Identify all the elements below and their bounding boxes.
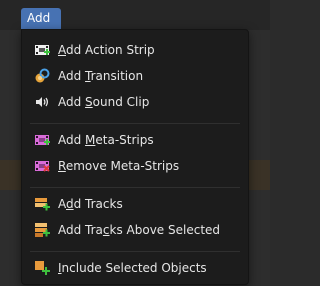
transition-icon [35, 68, 50, 83]
menu-item-label: Add Transition [58, 69, 144, 83]
menu-item-label: Remove Meta-Strips [58, 159, 180, 173]
track-add-above-icon [35, 223, 50, 237]
menu-item-add-meta-strips[interactable]: Add Meta-Strips [22, 129, 248, 151]
add-menu-button[interactable]: Add [21, 8, 61, 29]
menu-item-add-sound-clip[interactable]: Add Sound Clip [22, 91, 248, 113]
menu-item-label: Add Tracks [58, 197, 123, 211]
track-add-icon [35, 198, 50, 211]
menu-item-label: Add Action Strip [58, 43, 155, 57]
action-strip-icon [35, 45, 50, 55]
menu-item-add-transition[interactable]: Add Transition [22, 65, 248, 87]
include-objects-icon [35, 261, 50, 275]
menu-item-label: Add Sound Clip [58, 95, 150, 109]
nla-editor-background: 40 Add Add Action Strip Add [0, 0, 270, 286]
menu-item-label: Add Tracks Above Selected [58, 223, 221, 237]
menu-separator [30, 123, 240, 124]
menu-item-add-action-strip[interactable]: Add Action Strip [22, 39, 248, 61]
meta-strip-remove-icon [35, 161, 50, 172]
menu-item-add-tracks[interactable]: Add Tracks [22, 193, 248, 215]
menu-item-add-tracks-above-selected[interactable]: Add Tracks Above Selected [22, 219, 248, 241]
menu-item-label: Include Selected Objects [58, 261, 207, 275]
add-menu-dropdown: Add Action Strip Add Transition Add Soun… [21, 29, 249, 285]
menu-item-include-selected-objects[interactable]: Include Selected Objects [22, 257, 248, 279]
menu-separator [30, 187, 240, 188]
speaker-icon [36, 97, 49, 107]
menu-separator [30, 251, 240, 252]
meta-strip-add-icon [35, 135, 50, 145]
menu-item-remove-meta-strips[interactable]: Remove Meta-Strips [22, 155, 248, 177]
menu-item-label: Add Meta-Strips [58, 133, 154, 147]
